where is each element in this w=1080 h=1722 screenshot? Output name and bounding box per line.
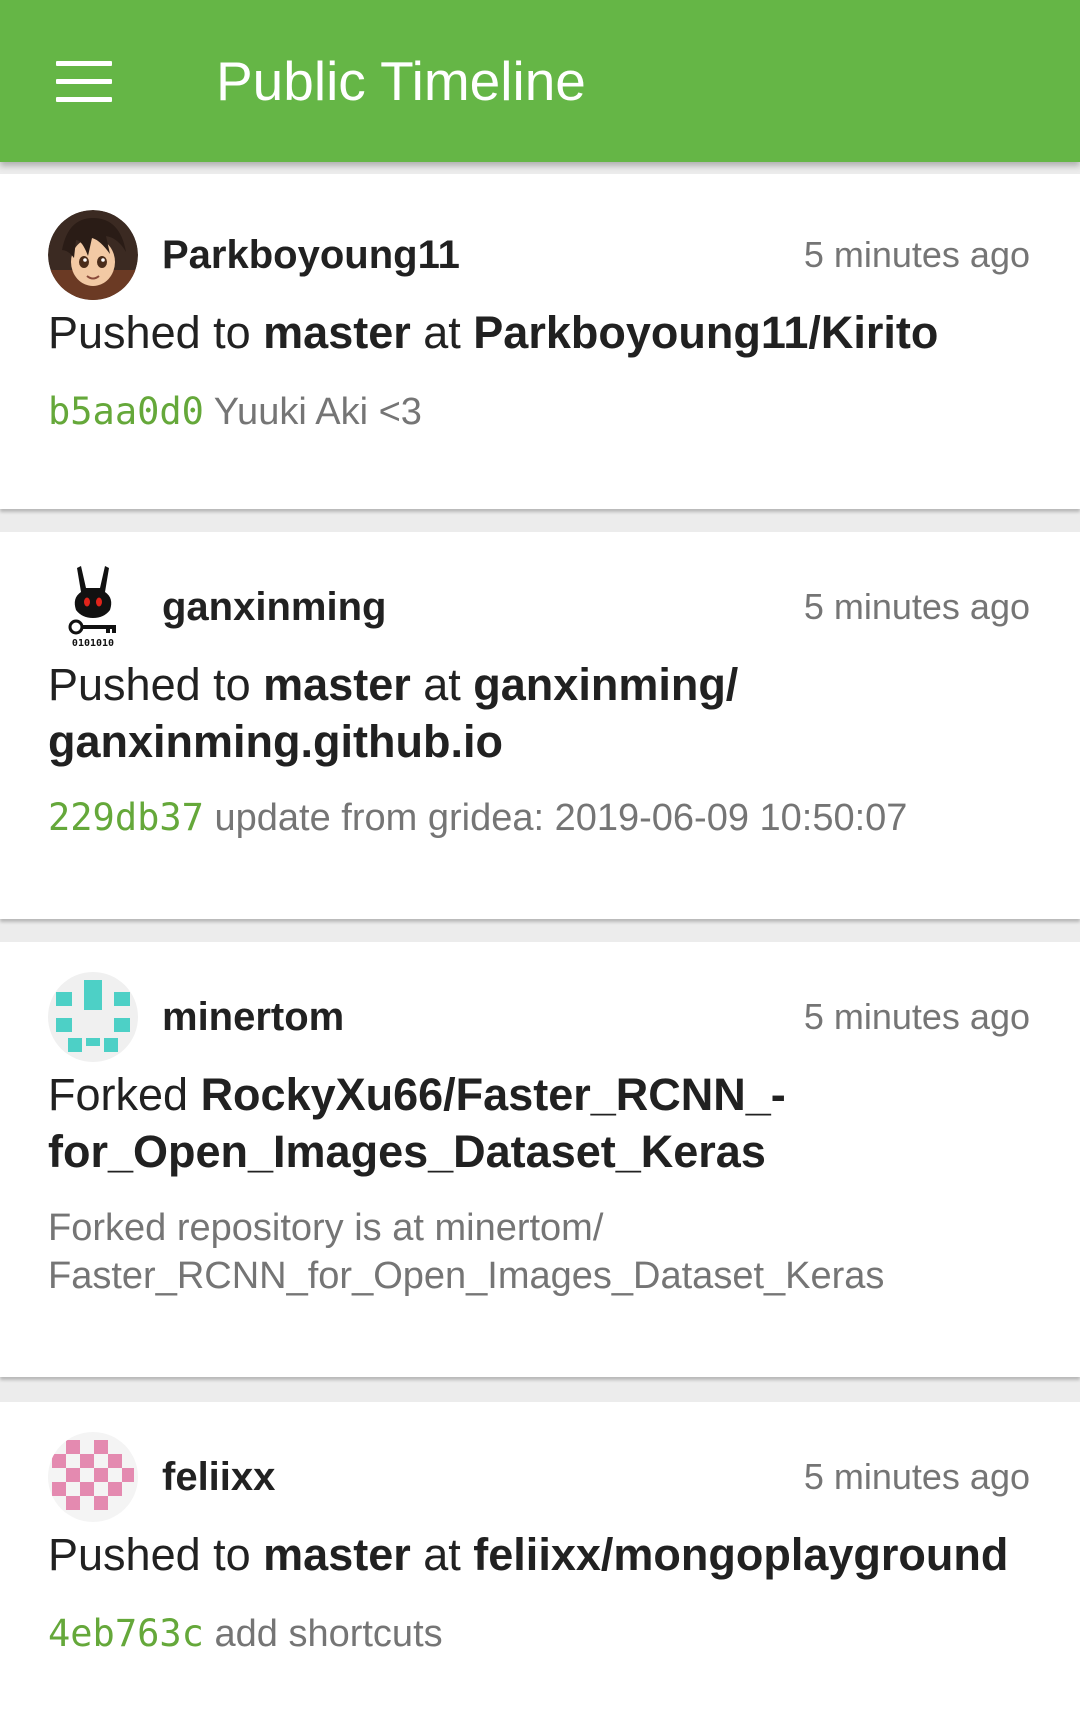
repository-link[interactable]: Parkboyoung11/Kirito — [473, 307, 938, 358]
username-link[interactable]: feliixx — [162, 1452, 275, 1502]
event-description: Pushed to master at Parkboyoung11/Kirito — [48, 304, 1040, 361]
event-action: Pushed to — [48, 659, 264, 710]
hamburger-menu-icon[interactable] — [40, 46, 128, 116]
username-link[interactable]: ganxinming — [162, 582, 386, 632]
event-description: Forked RockyXu66/Faster_RCNN_- for_Open_… — [48, 1066, 1040, 1180]
user-avatar[interactable]: 0101010 — [48, 562, 138, 652]
user-avatar[interactable] — [48, 210, 138, 300]
user-avatar[interactable] — [48, 1432, 138, 1522]
event-description: Pushed to master at feliixx/mongoplaygro… — [48, 1526, 1040, 1583]
event-connector: at — [410, 307, 474, 358]
page-title: Public Timeline — [216, 50, 586, 112]
commit-line: 4eb763c add shortcuts — [48, 1610, 1040, 1658]
commit-message: update from gridea: 2019-06-09 10:50:07 — [203, 797, 908, 839]
event-timestamp: 5 minutes ago — [803, 1456, 1030, 1497]
branch-link[interactable]: master — [263, 659, 411, 710]
commit-sha-link[interactable]: 229db37 — [48, 796, 204, 839]
event-connector: at — [410, 659, 474, 710]
branch-link[interactable]: master — [263, 1529, 411, 1580]
commit-line: 229db37 update from gridea: 2019-06-09 1… — [48, 794, 1040, 842]
timeline-event-card[interactable]: minertom 5 minutes ago Forked RockyXu66/… — [0, 942, 1080, 1377]
app-bar: Public Timeline — [0, 0, 1080, 162]
commit-message: Yuuki Aki <3 — [203, 391, 422, 433]
commit-line: b5aa0d0 Yuuki Aki <3 — [48, 388, 1040, 436]
event-timestamp: 5 minutes ago — [803, 234, 1030, 275]
event-timestamp: 5 minutes ago — [803, 996, 1030, 1037]
event-action: Pushed to — [48, 307, 264, 358]
timeline-event-card[interactable]: 0101010 ganxinming 5 minutes ago Pushed … — [0, 532, 1080, 919]
commit-sha-link[interactable]: b5aa0d0 — [48, 390, 204, 433]
event-timestamp: 5 minutes ago — [803, 586, 1030, 627]
username-link[interactable]: Parkboyoung11 — [162, 230, 460, 280]
timeline-event-card[interactable]: Parkboyoung11 5 minutes ago Pushed to ma… — [0, 174, 1080, 509]
timeline-event-card[interactable]: feliixx 5 minutes ago Pushed to master a… — [0, 1402, 1080, 1722]
event-action: Forked — [48, 1069, 201, 1120]
fork-detail: Forked repository is at minertom/ Faster… — [48, 1207, 885, 1297]
commit-message: add shortcuts — [203, 1613, 443, 1655]
avatar-caption: 0101010 — [72, 638, 114, 649]
user-avatar[interactable] — [48, 972, 138, 1062]
username-link[interactable]: minertom — [162, 992, 344, 1042]
event-action: Pushed to — [48, 1529, 264, 1580]
branch-link[interactable]: master — [263, 307, 411, 358]
event-description: Pushed to master at ganxinming/ ganxinmi… — [48, 656, 1040, 770]
event-connector: at — [410, 1529, 474, 1580]
repository-link[interactable]: feliixx/mongoplayground — [473, 1529, 1008, 1580]
commit-sha-link[interactable]: 4eb763c — [48, 1612, 204, 1655]
